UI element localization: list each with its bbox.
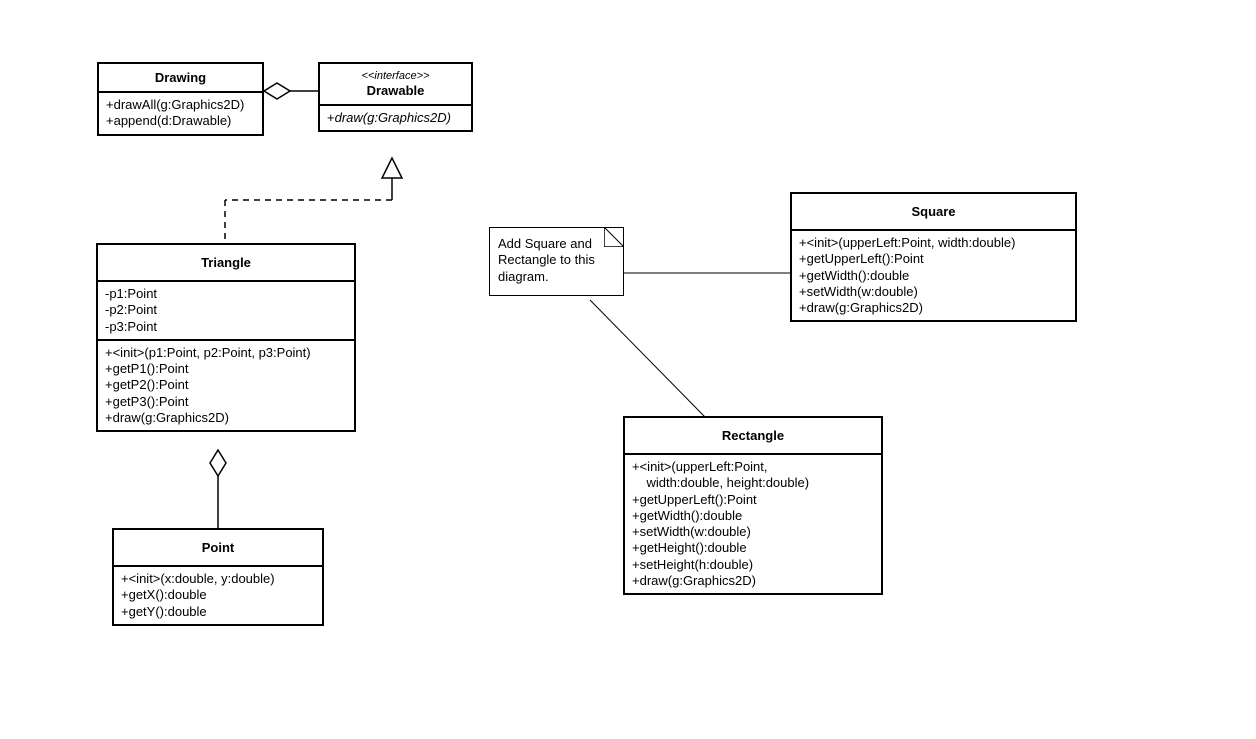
class-operations: +<init>(upperLeft:Point, width:double, h…: [625, 455, 881, 593]
operation: +draw(g:Graphics2D): [632, 573, 874, 589]
operation: +<init>(p1:Point, p2:Point, p3:Point): [105, 345, 347, 361]
operation: width:double, height:double): [632, 475, 874, 491]
class-operations: ++draw(g:Graphics2D)draw(g:Graphics2D): [320, 106, 471, 130]
class-rectangle: Rectangle +<init>(upperLeft:Point, width…: [623, 416, 883, 595]
class-drawing: Drawing +drawAll(g:Graphics2D) +append(d…: [97, 62, 264, 136]
note-line: Rectangle to this: [498, 252, 613, 268]
note-line: diagram.: [498, 269, 613, 285]
stereotype: <<interface>>: [324, 70, 467, 82]
class-name: Rectangle: [722, 428, 784, 443]
operation: +drawAll(g:Graphics2D): [106, 97, 255, 113]
class-operations: +<init>(x:double, y:double) +getX():doub…: [114, 567, 322, 624]
class-operations: +<init>(upperLeft:Point, width:double) +…: [792, 231, 1075, 320]
operation: +getP3():Point: [105, 394, 347, 410]
operation: +getX():double: [121, 587, 315, 603]
aggregation-drawing-drawable: [264, 83, 318, 99]
operation: +getUpperLeft():Point: [632, 492, 874, 508]
operation: +getP2():Point: [105, 377, 347, 393]
class-title: Square: [792, 194, 1075, 231]
class-operations: +<init>(p1:Point, p2:Point, p3:Point) +g…: [98, 341, 354, 430]
interface-drawable: <<interface>> Drawable ++draw(g:Graphics…: [318, 62, 473, 132]
operation: +setWidth(w:double): [632, 524, 874, 540]
note-link-rectangle: [590, 300, 705, 417]
class-operations: +drawAll(g:Graphics2D) +append(d:Drawabl…: [99, 93, 262, 134]
operation: +getWidth():double: [799, 268, 1068, 284]
uml-note: Add Square and Rectangle to this diagram…: [489, 227, 624, 296]
realization-triangle-drawable: [225, 158, 402, 243]
operation: +setHeight(h:double): [632, 557, 874, 573]
note-line: Add Square and: [498, 236, 613, 252]
operation: +<init>(x:double, y:double): [121, 571, 315, 587]
class-attributes: -p1:Point -p2:Point -p3:Point: [98, 282, 354, 341]
class-name: Square: [911, 204, 955, 219]
class-title: <<interface>> Drawable: [320, 64, 471, 106]
class-name: Drawable: [367, 83, 425, 98]
class-name: Triangle: [201, 255, 251, 270]
class-title: Drawing: [99, 64, 262, 93]
operation: ++draw(g:Graphics2D)draw(g:Graphics2D): [327, 110, 464, 126]
attribute: -p1:Point: [105, 286, 347, 302]
class-triangle: Triangle -p1:Point -p2:Point -p3:Point +…: [96, 243, 356, 432]
operation: +draw(g:Graphics2D): [105, 410, 347, 426]
operation: +getWidth():double: [632, 508, 874, 524]
operation: +append(d:Drawable): [106, 113, 255, 129]
operation: +getY():double: [121, 604, 315, 620]
uml-diagram-canvas: Drawing +drawAll(g:Graphics2D) +append(d…: [0, 0, 1256, 739]
class-square: Square +<init>(upperLeft:Point, width:do…: [790, 192, 1077, 322]
class-point: Point +<init>(x:double, y:double) +getX(…: [112, 528, 324, 626]
class-name: Point: [202, 540, 235, 555]
class-title: Triangle: [98, 245, 354, 282]
operation: +draw(g:Graphics2D): [799, 300, 1068, 316]
aggregation-triangle-point: [210, 450, 226, 528]
operation: +<init>(upperLeft:Point,: [632, 459, 874, 475]
class-title: Rectangle: [625, 418, 881, 455]
operation: +getHeight():double: [632, 540, 874, 556]
operation: +<init>(upperLeft:Point, width:double): [799, 235, 1068, 251]
note-fold-icon: [604, 227, 624, 247]
class-title: Point: [114, 530, 322, 567]
class-name: Drawing: [155, 70, 206, 85]
operation: +getP1():Point: [105, 361, 347, 377]
attribute: -p2:Point: [105, 302, 347, 318]
operation: +setWidth(w:double): [799, 284, 1068, 300]
attribute: -p3:Point: [105, 319, 347, 335]
operation: +getUpperLeft():Point: [799, 251, 1068, 267]
